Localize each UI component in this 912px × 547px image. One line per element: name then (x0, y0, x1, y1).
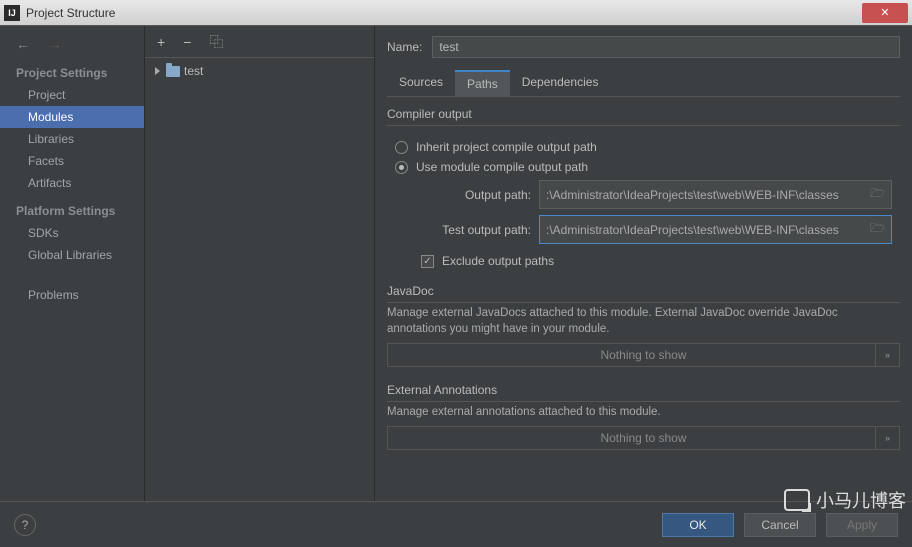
module-tabs: Sources Paths Dependencies (387, 70, 900, 97)
nav-item-libraries[interactable]: Libraries (0, 128, 144, 150)
radio-icon (395, 161, 408, 174)
nav-item-modules[interactable]: Modules (0, 106, 144, 128)
module-folder-icon (166, 66, 180, 77)
exclude-output-checkbox[interactable]: ✓ Exclude output paths (421, 254, 892, 268)
tab-paths[interactable]: Paths (455, 70, 510, 96)
nav-forward-icon[interactable]: → (48, 36, 62, 52)
test-output-path-label: Test output path: (421, 223, 531, 237)
titlebar: IJ Project Structure ✕ (0, 0, 912, 26)
browse-folder-icon[interactable]: 🗁 (870, 184, 885, 205)
nav-back-icon[interactable]: ← (16, 36, 30, 52)
javadoc-heading: JavaDoc (387, 284, 900, 298)
browse-folder-icon[interactable]: 🗁 (870, 219, 885, 240)
tab-dependencies[interactable]: Dependencies (510, 70, 611, 96)
module-detail-panel: Name: Sources Paths Dependencies Compile… (375, 26, 912, 501)
compiler-output-label: Compiler output (387, 107, 900, 121)
output-path-input[interactable]: :\Administrator\IdeaProjects\test\web\WE… (539, 180, 892, 209)
nav-item-global-libraries[interactable]: Global Libraries (0, 244, 144, 266)
nav-item-sdks[interactable]: SDKs (0, 222, 144, 244)
ext-annotations-heading: External Annotations (387, 383, 900, 397)
ext-expand-icon[interactable]: » (875, 427, 899, 449)
radio-inherit-label: Inherit project compile output path (416, 140, 597, 154)
name-label: Name: (387, 40, 422, 54)
checkbox-icon: ✓ (421, 255, 434, 268)
dialog-footer: ? OK Cancel Apply (0, 501, 912, 547)
radio-use-module-label: Use module compile output path (416, 160, 588, 174)
add-module-icon[interactable]: + (157, 34, 165, 50)
window-title: Project Structure (26, 6, 115, 20)
nav-item-project[interactable]: Project (0, 84, 144, 106)
tab-sources[interactable]: Sources (387, 70, 455, 96)
ext-annotations-description: Manage external annotations attached to … (387, 404, 900, 420)
nav-item-artifacts[interactable]: Artifacts (0, 172, 144, 194)
nav-item-problems[interactable]: Problems (0, 284, 144, 306)
cancel-button[interactable]: Cancel (744, 513, 816, 537)
tree-expand-icon[interactable] (155, 67, 160, 75)
ok-button[interactable]: OK (662, 513, 734, 537)
exclude-output-label: Exclude output paths (442, 254, 554, 268)
javadoc-description: Manage external JavaDocs attached to thi… (387, 305, 900, 337)
module-tree-item[interactable]: test (155, 64, 364, 78)
output-path-label: Output path: (421, 188, 531, 202)
ext-annotations-list: Nothing to show » (387, 426, 900, 450)
ij-logo-icon: IJ (4, 5, 20, 21)
help-button[interactable]: ? (14, 514, 36, 536)
settings-nav: ← → Project Settings Project Modules Lib… (0, 26, 145, 501)
close-button[interactable]: ✕ (862, 3, 908, 23)
javadoc-expand-icon[interactable]: » (875, 344, 899, 366)
module-list-panel: + − ⿻ test (145, 26, 375, 501)
nav-heading-platform-settings: Platform Settings (0, 200, 144, 222)
javadoc-list: Nothing to show » (387, 343, 900, 367)
apply-button[interactable]: Apply (826, 513, 898, 537)
module-name-label: test (184, 64, 203, 78)
copy-module-icon[interactable]: ⿻ (209, 32, 223, 52)
remove-module-icon[interactable]: − (183, 34, 191, 50)
radio-icon (395, 141, 408, 154)
test-output-path-input[interactable]: :\Administrator\IdeaProjects\test\web\WE… (539, 215, 892, 244)
nav-item-facets[interactable]: Facets (0, 150, 144, 172)
radio-inherit[interactable]: Inherit project compile output path (395, 140, 892, 154)
radio-use-module[interactable]: Use module compile output path (395, 160, 892, 174)
nav-heading-project-settings: Project Settings (0, 62, 144, 84)
module-name-input[interactable] (432, 36, 900, 58)
